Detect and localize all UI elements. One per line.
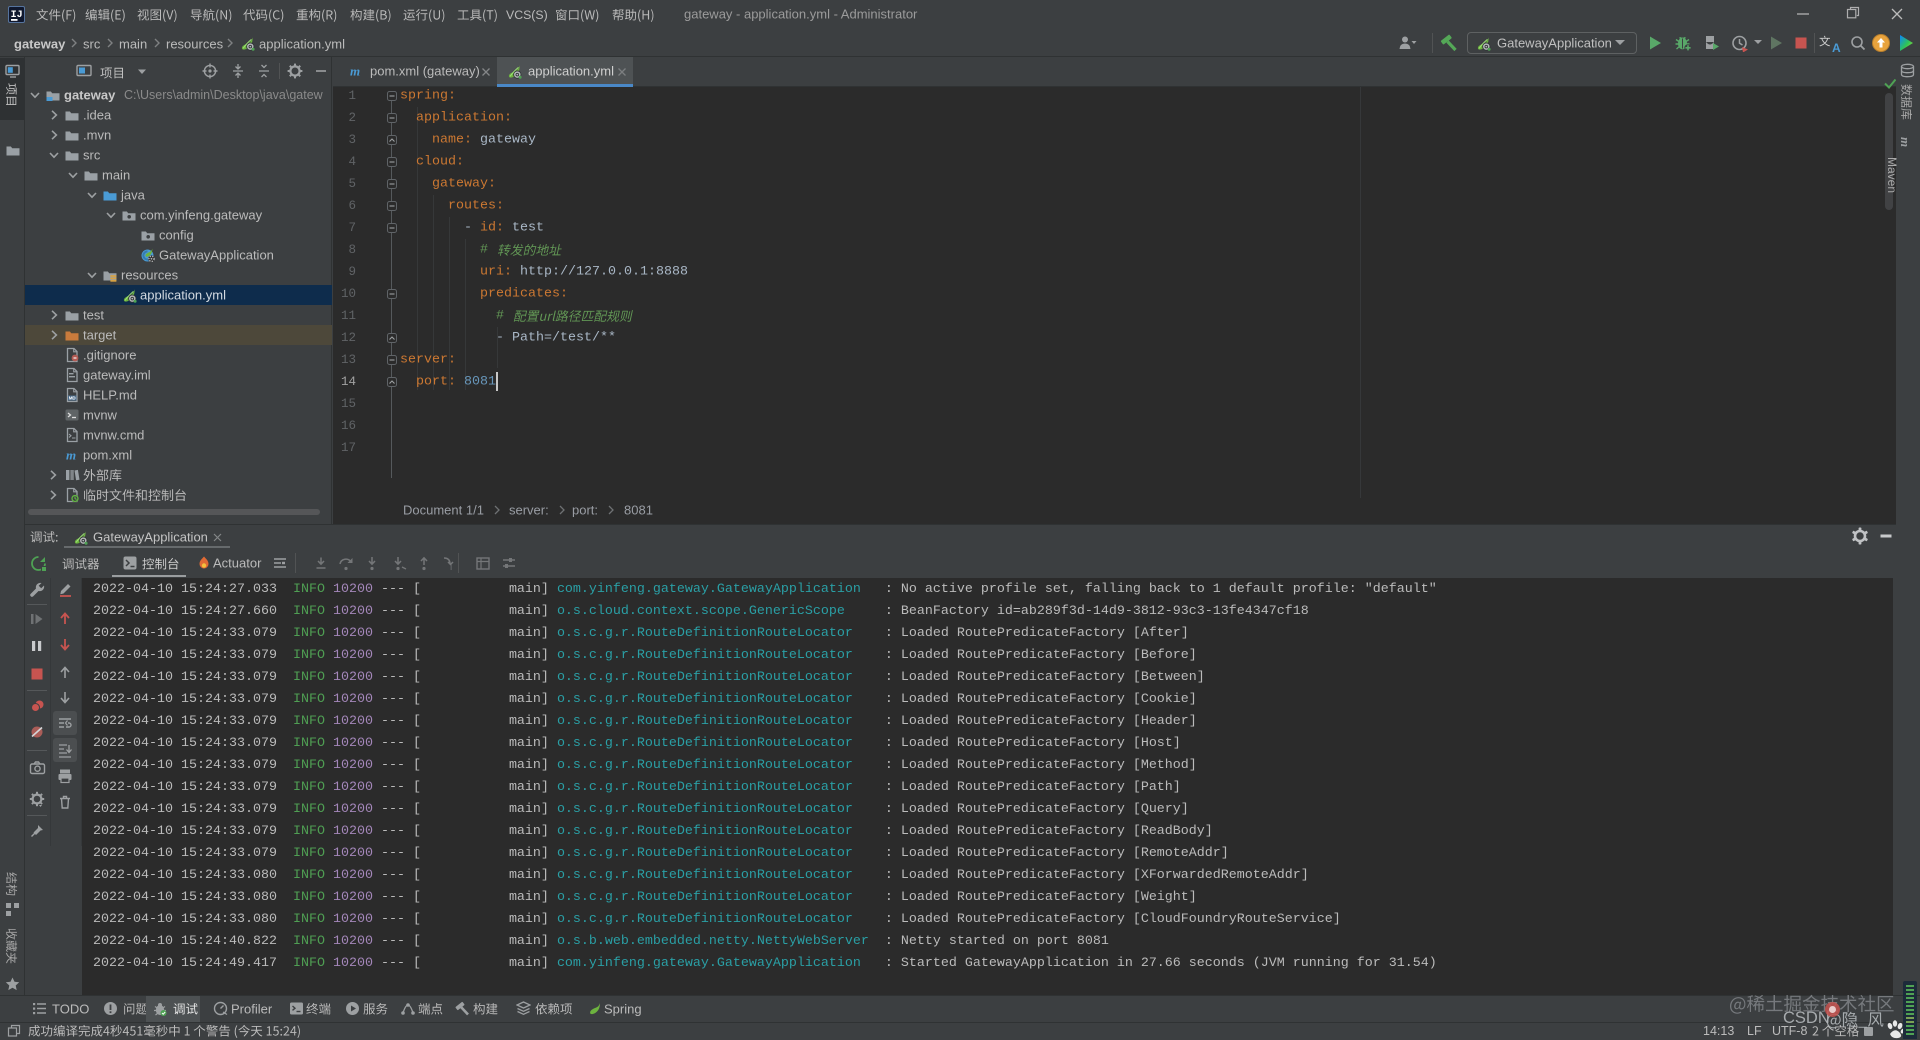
svg-text:m: m <box>1898 137 1913 147</box>
svg-text:I: I <box>450 563 452 572</box>
svg-text:A: A <box>1832 41 1841 54</box>
svg-text:MD: MD <box>69 396 77 401</box>
svg-text:m: m <box>350 64 360 79</box>
svg-text:m: m <box>66 448 76 463</box>
